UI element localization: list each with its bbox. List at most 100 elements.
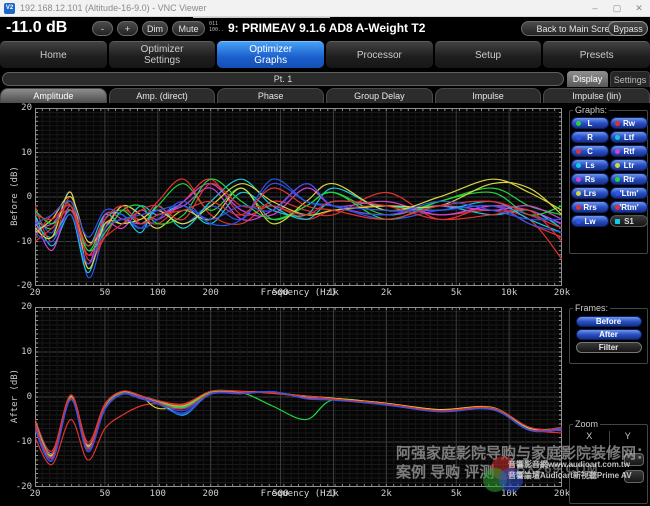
x-tick-label: 50 — [99, 288, 110, 298]
dim-button[interactable]: Dim — [142, 21, 168, 36]
frame-button-filter[interactable]: Filter — [576, 342, 642, 353]
minimize-button[interactable]: – — [584, 1, 606, 16]
channel-color-dot — [615, 135, 620, 140]
tab-optimizer-settings[interactable]: Optimizer Settings — [109, 41, 216, 68]
graph-tab-amp-direct-[interactable]: Amp. (direct) — [109, 88, 216, 103]
channel-button-Ltr[interactable]: Ltr — [610, 159, 648, 171]
x-tick-label: 20k — [554, 489, 570, 499]
x-tick-label: 2k — [381, 489, 392, 499]
mute-button[interactable]: Mute — [172, 21, 205, 36]
tab-presets[interactable]: Presets — [543, 41, 650, 68]
channel-button-Ls[interactable]: Ls — [571, 159, 609, 171]
channel-button-Ltm[interactable]: 'Ltm' — [610, 187, 648, 199]
channel-button-C[interactable]: C — [571, 145, 609, 157]
frame-button-before[interactable]: Before — [576, 316, 642, 327]
channel-button-Rrs[interactable]: Rrs — [571, 201, 609, 213]
x-tick-label: 50 — [99, 489, 110, 499]
zoom-y-label: Y — [609, 431, 648, 441]
tab-display[interactable]: Display — [567, 71, 608, 87]
channel-button-Rw[interactable]: Rw — [610, 117, 648, 129]
main-tab-bar: HomeOptimizer SettingsOptimizer GraphsPr… — [0, 41, 650, 68]
graph-tab-impulse-lin-[interactable]: Impulse (lin) — [543, 88, 650, 103]
x-tick-label: 5k — [451, 489, 462, 499]
y-tick-label: -10 — [2, 237, 32, 247]
y-tick-label: 20 — [2, 103, 32, 113]
app-topbar: -11.0 dB - + Dim Mute 011100.. 9: PRIMEA… — [0, 17, 650, 41]
channel-label: Rtf — [623, 147, 634, 156]
channel-label: L — [588, 119, 593, 128]
channel-color-dot — [615, 177, 620, 182]
channel-label: Rs — [585, 175, 595, 184]
tab-processor[interactable]: Processor — [326, 41, 433, 68]
y-axis-label: After (dB) — [10, 361, 20, 431]
graphs-panel-label: Graphs: — [573, 105, 609, 115]
channel-label: 'Rtm' — [619, 203, 638, 212]
volume-up-button[interactable]: + — [117, 21, 138, 36]
channel-label: S1 — [624, 217, 634, 226]
tab-settings[interactable]: Settings — [610, 71, 650, 87]
bypass-button[interactable]: Bypass — [608, 21, 648, 36]
channel-color-dot — [615, 191, 620, 196]
channel-color-dot — [576, 135, 581, 140]
x-tick-label: 20k — [554, 288, 570, 298]
vnc-logo-icon: V2 — [4, 3, 15, 14]
channel-label: C — [587, 147, 593, 156]
graph-tab-group-delay[interactable]: Group Delay — [326, 88, 433, 103]
channel-label: R — [587, 133, 593, 142]
highlight-line — [193, 17, 330, 18]
channel-button-Rtm[interactable]: 'Rtm' — [610, 201, 648, 213]
x-tick-label: 2k — [381, 288, 392, 298]
channel-color-dot — [576, 163, 581, 168]
y-tick-label: -20 — [2, 281, 32, 291]
x-axis-label: Frequency (Hz) — [261, 489, 337, 499]
channel-color-dot — [615, 219, 620, 224]
channel-label: Rtr — [623, 175, 635, 184]
channel-button-Lrs[interactable]: Lrs — [571, 187, 609, 199]
channel-button-S1[interactable]: S1 — [610, 215, 648, 227]
x-tick-label: 200 — [203, 489, 219, 499]
channel-color-dot — [615, 149, 620, 154]
y-axis-label: Before (dB) — [10, 161, 20, 231]
window-title: 192.168.12.101 (Altitude-16-9.0) - VNC V… — [20, 3, 584, 13]
watermark-audioart: 音響影音網www.audioart.com.tw 音響論壇Audioart新視聽… — [508, 459, 632, 481]
channel-button-Lw[interactable]: Lw — [571, 215, 609, 227]
maximize-button[interactable]: ▢ — [606, 1, 628, 16]
frame-button-after[interactable]: After — [576, 329, 642, 340]
channel-button-Rtf[interactable]: Rtf — [610, 145, 648, 157]
channel-color-dot — [615, 205, 620, 210]
graph-tab-phase[interactable]: Phase — [217, 88, 324, 103]
x-tick-label: 20 — [30, 489, 41, 499]
channel-button-R[interactable]: R — [571, 131, 609, 143]
channel-label: Rw — [623, 119, 635, 128]
y-tick-label: 10 — [2, 347, 32, 357]
channel-label: Ltr — [624, 161, 635, 170]
graph-tab-amplitude[interactable]: Amplitude — [0, 88, 107, 103]
x-axis-label: Frequency (Hz) — [261, 288, 337, 298]
zoom-x-label: X — [570, 431, 609, 441]
channel-color-dot — [576, 177, 581, 182]
x-tick-label: 5k — [451, 288, 462, 298]
channel-button-Rs[interactable]: Rs — [571, 173, 609, 185]
vnc-viewer-window: V2 192.168.12.101 (Altitude-16-9.0) - VN… — [0, 0, 650, 506]
close-button[interactable]: ✕ — [628, 1, 650, 16]
channel-label: Lw — [584, 217, 595, 226]
volume-down-button[interactable]: - — [92, 21, 113, 36]
y-tick-label: 20 — [2, 302, 32, 312]
graph-type-tab-bar: AmplitudeAmp. (direct)PhaseGroup DelayIm… — [0, 88, 650, 103]
x-tick-label: 200 — [203, 288, 219, 298]
measurement-point-bar[interactable]: Pt. 1 — [2, 72, 564, 86]
channel-label: Rrs — [583, 203, 596, 212]
channel-color-dot — [576, 191, 581, 196]
tab-home[interactable]: Home — [0, 41, 107, 68]
preset-title: 9: PRIMEAV 9.1.6 AD8 A-Weight T2 — [228, 21, 425, 35]
channel-button-Rtr[interactable]: Rtr — [610, 173, 648, 185]
channel-button-Ltf[interactable]: Ltf — [610, 131, 648, 143]
tab-setup[interactable]: Setup — [435, 41, 542, 68]
channel-button-L[interactable]: L — [571, 117, 609, 129]
os-titlebar: V2 192.168.12.101 (Altitude-16-9.0) - VN… — [0, 0, 650, 17]
channel-color-dot — [576, 149, 581, 154]
y-tick-label: -10 — [2, 437, 32, 447]
channel-color-dot — [615, 163, 620, 168]
graph-tab-impulse[interactable]: Impulse — [435, 88, 542, 103]
tab-optimizer-graphs[interactable]: Optimizer Graphs — [217, 41, 324, 68]
